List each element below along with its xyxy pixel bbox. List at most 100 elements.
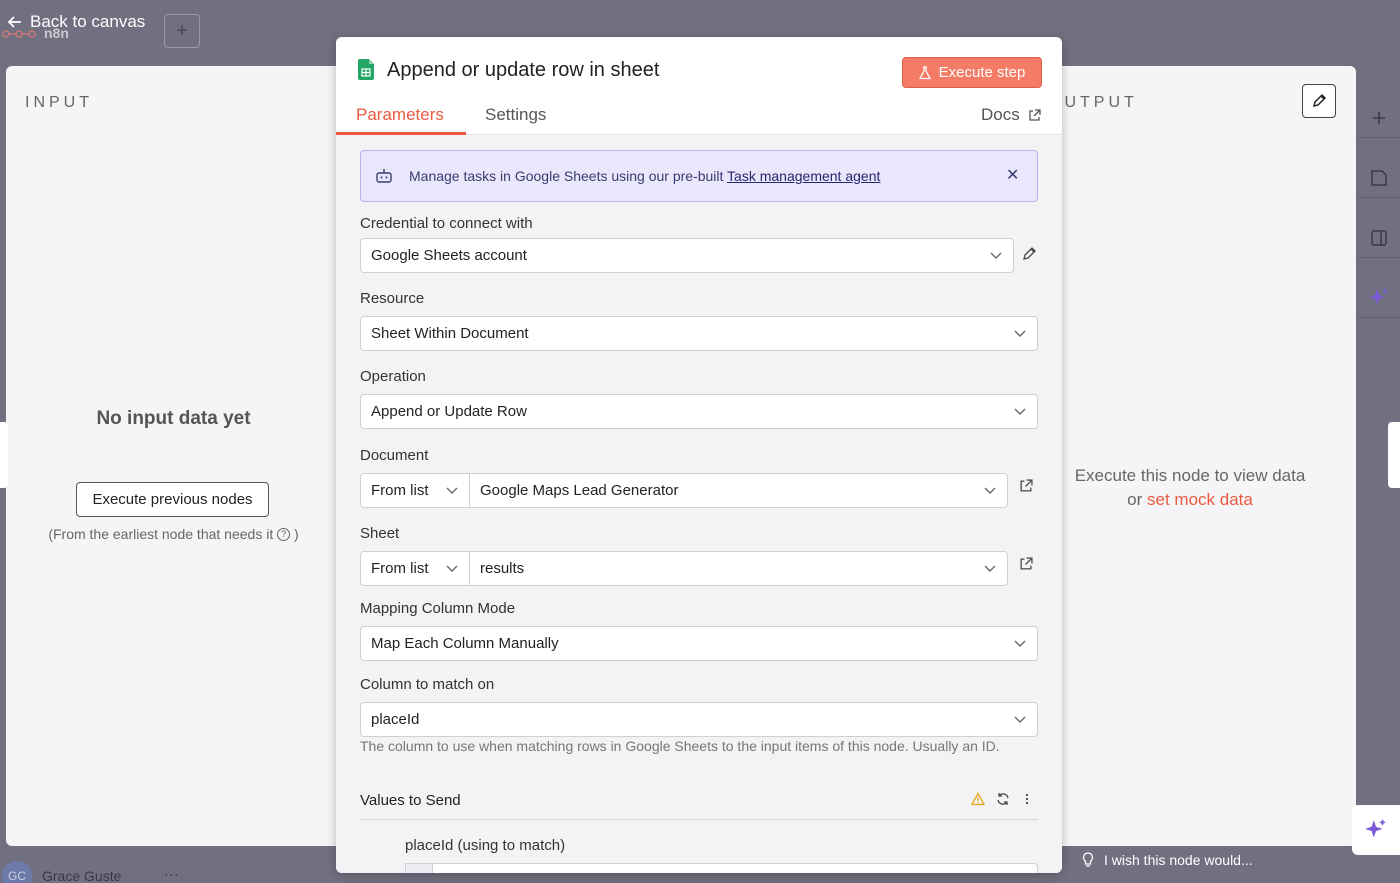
docs-link[interactable]: Docs [981,105,1041,125]
match-column-label: Column to match on [360,676,495,693]
input-panel-drag-handle[interactable] [0,422,8,488]
panel-icon [1371,229,1387,246]
input-panel: INPUT No input data yet Execute previous… [6,66,366,846]
chevron-down-icon [1014,408,1026,415]
placeid-value-input[interactable] [405,863,1038,873]
mapping-mode-select[interactable]: Map Each Column Manually [360,626,1038,661]
task-management-agent-link[interactable]: Task management agent [727,168,880,184]
credential-label: Credential to connect with [360,215,533,232]
pencil-icon [1312,93,1327,108]
earliest-node-hint-text: (From the earliest node that needs it [48,526,274,542]
output-or-text: or [1127,490,1143,509]
chevron-down-icon [446,565,458,572]
external-link-icon[interactable] [1019,557,1033,571]
placeid-expression-toggle[interactable] [405,863,433,873]
execute-step-label: Execute step [938,64,1026,81]
back-to-canvas-label: Back to canvas [30,12,146,31]
output-panel: OUTPUT Execute this node to view data or… [1040,66,1356,846]
mapping-mode-label: Mapping Column Mode [360,600,516,617]
flask-icon [918,65,931,79]
lightbulb-icon [1082,852,1094,867]
input-panel-title: INPUT [25,94,93,111]
user-menu[interactable]: GC Grace Guste … [0,856,214,883]
document-label: Document [360,447,429,464]
document-select[interactable]: Google Maps Lead Generator [469,473,1008,508]
match-column-select[interactable]: placeId [360,702,1038,737]
template-banner-text: Manage tasks in Google Sheets using our … [409,168,880,184]
help-icon[interactable]: ? [277,527,291,541]
operation-value: Append or Update Row [371,403,527,420]
parameters-body: Manage tasks in Google Sheets using our … [336,135,1062,873]
avatar: GC [2,860,32,883]
sheet-select[interactable]: results [469,551,1008,586]
robot-icon [376,169,392,183]
credential-select[interactable]: Google Sheets account [360,238,1014,273]
chevron-down-icon [1014,716,1026,723]
google-sheets-icon [358,59,374,80]
chevron-down-icon [984,487,996,494]
operation-select[interactable]: Append or Update Row [360,394,1038,429]
node-title[interactable]: Append or update row in sheet [387,59,659,82]
close-icon[interactable]: ✕ [1006,165,1019,185]
external-link-icon[interactable] [1019,479,1033,493]
chevron-down-icon [446,487,458,494]
mapping-mode-value: Map Each Column Manually [371,635,559,652]
document-value: Google Maps Lead Generator [480,482,679,499]
sheet-mode-value: From list [371,560,429,577]
operation-label: Operation [360,368,426,385]
ai-assistant-button[interactable] [1352,805,1400,855]
arrow-left-icon [8,16,21,28]
user-name: Grace Guste [42,867,122,883]
output-panel-drag-handle[interactable] [1388,422,1400,488]
values-divider [360,819,1038,820]
node-settings-modal: Append or update row in sheet Execute st… [336,37,1062,873]
execute-step-button[interactable]: Execute step [902,57,1042,88]
output-empty-message: Execute this node to view data or set mo… [1040,464,1340,512]
template-banner-message: Manage tasks in Google Sheets using our … [409,168,724,184]
output-empty-line2: or set mock data [1040,488,1340,512]
chevron-down-icon [990,252,1002,259]
more-vertical-icon[interactable] [1025,792,1029,806]
sheet-value: results [480,560,525,577]
feedback-prompt[interactable]: I wish this node would... [1082,852,1253,868]
rail-panel-button[interactable] [1358,218,1400,258]
credential-value: Google Sheets account [371,247,527,264]
earliest-node-hint: (From the earliest node that needs it ? … [6,526,341,542]
plus-icon [1373,111,1385,124]
sparkle-icon [1365,819,1386,838]
rail-add-button[interactable] [1358,98,1400,138]
values-to-send-title: Values to Send [360,792,461,809]
resource-label: Resource [360,290,425,307]
chevron-down-icon [984,565,996,572]
tab-settings[interactable]: Settings [485,105,546,125]
document-mode-select[interactable]: From list [360,473,470,508]
output-empty-line1: Execute this node to view data [1074,466,1306,485]
placeid-field-label: placeId (using to match) [405,837,566,854]
no-input-message: No input data yet [96,408,251,429]
rail-ai-button[interactable] [1358,278,1400,318]
match-column-hint: The column to use when matching rows in … [360,738,1000,754]
sticky-note-icon [1371,169,1387,186]
chevron-down-icon [1014,330,1026,337]
warning-icon [971,792,985,806]
document-mode-value: From list [371,482,429,499]
user-more-icon[interactable]: … [163,863,179,881]
edit-output-button[interactable] [1302,84,1336,118]
chevron-down-icon [1014,640,1026,647]
docs-label: Docs [981,105,1020,124]
sheet-label: Sheet [360,525,400,542]
node-header: Append or update row in sheet Execute st… [336,37,1062,135]
feedback-prompt-label: I wish this node would... [1104,852,1253,868]
resource-select[interactable]: Sheet Within Document [360,316,1038,351]
match-column-value: placeId [371,711,420,728]
resource-value: Sheet Within Document [371,325,529,342]
refresh-icon[interactable] [996,792,1010,806]
execute-previous-nodes-button[interactable]: Execute previous nodes [76,482,269,517]
back-to-canvas-button[interactable]: Back to canvas [8,12,145,32]
add-node-button[interactable]: + [164,14,200,48]
tab-parameters[interactable]: Parameters [356,105,444,125]
set-mock-data-link[interactable]: set mock data [1147,490,1253,509]
sheet-mode-select[interactable]: From list [360,551,470,586]
rail-sticky-button[interactable] [1358,158,1400,198]
pencil-icon[interactable] [1021,246,1037,262]
